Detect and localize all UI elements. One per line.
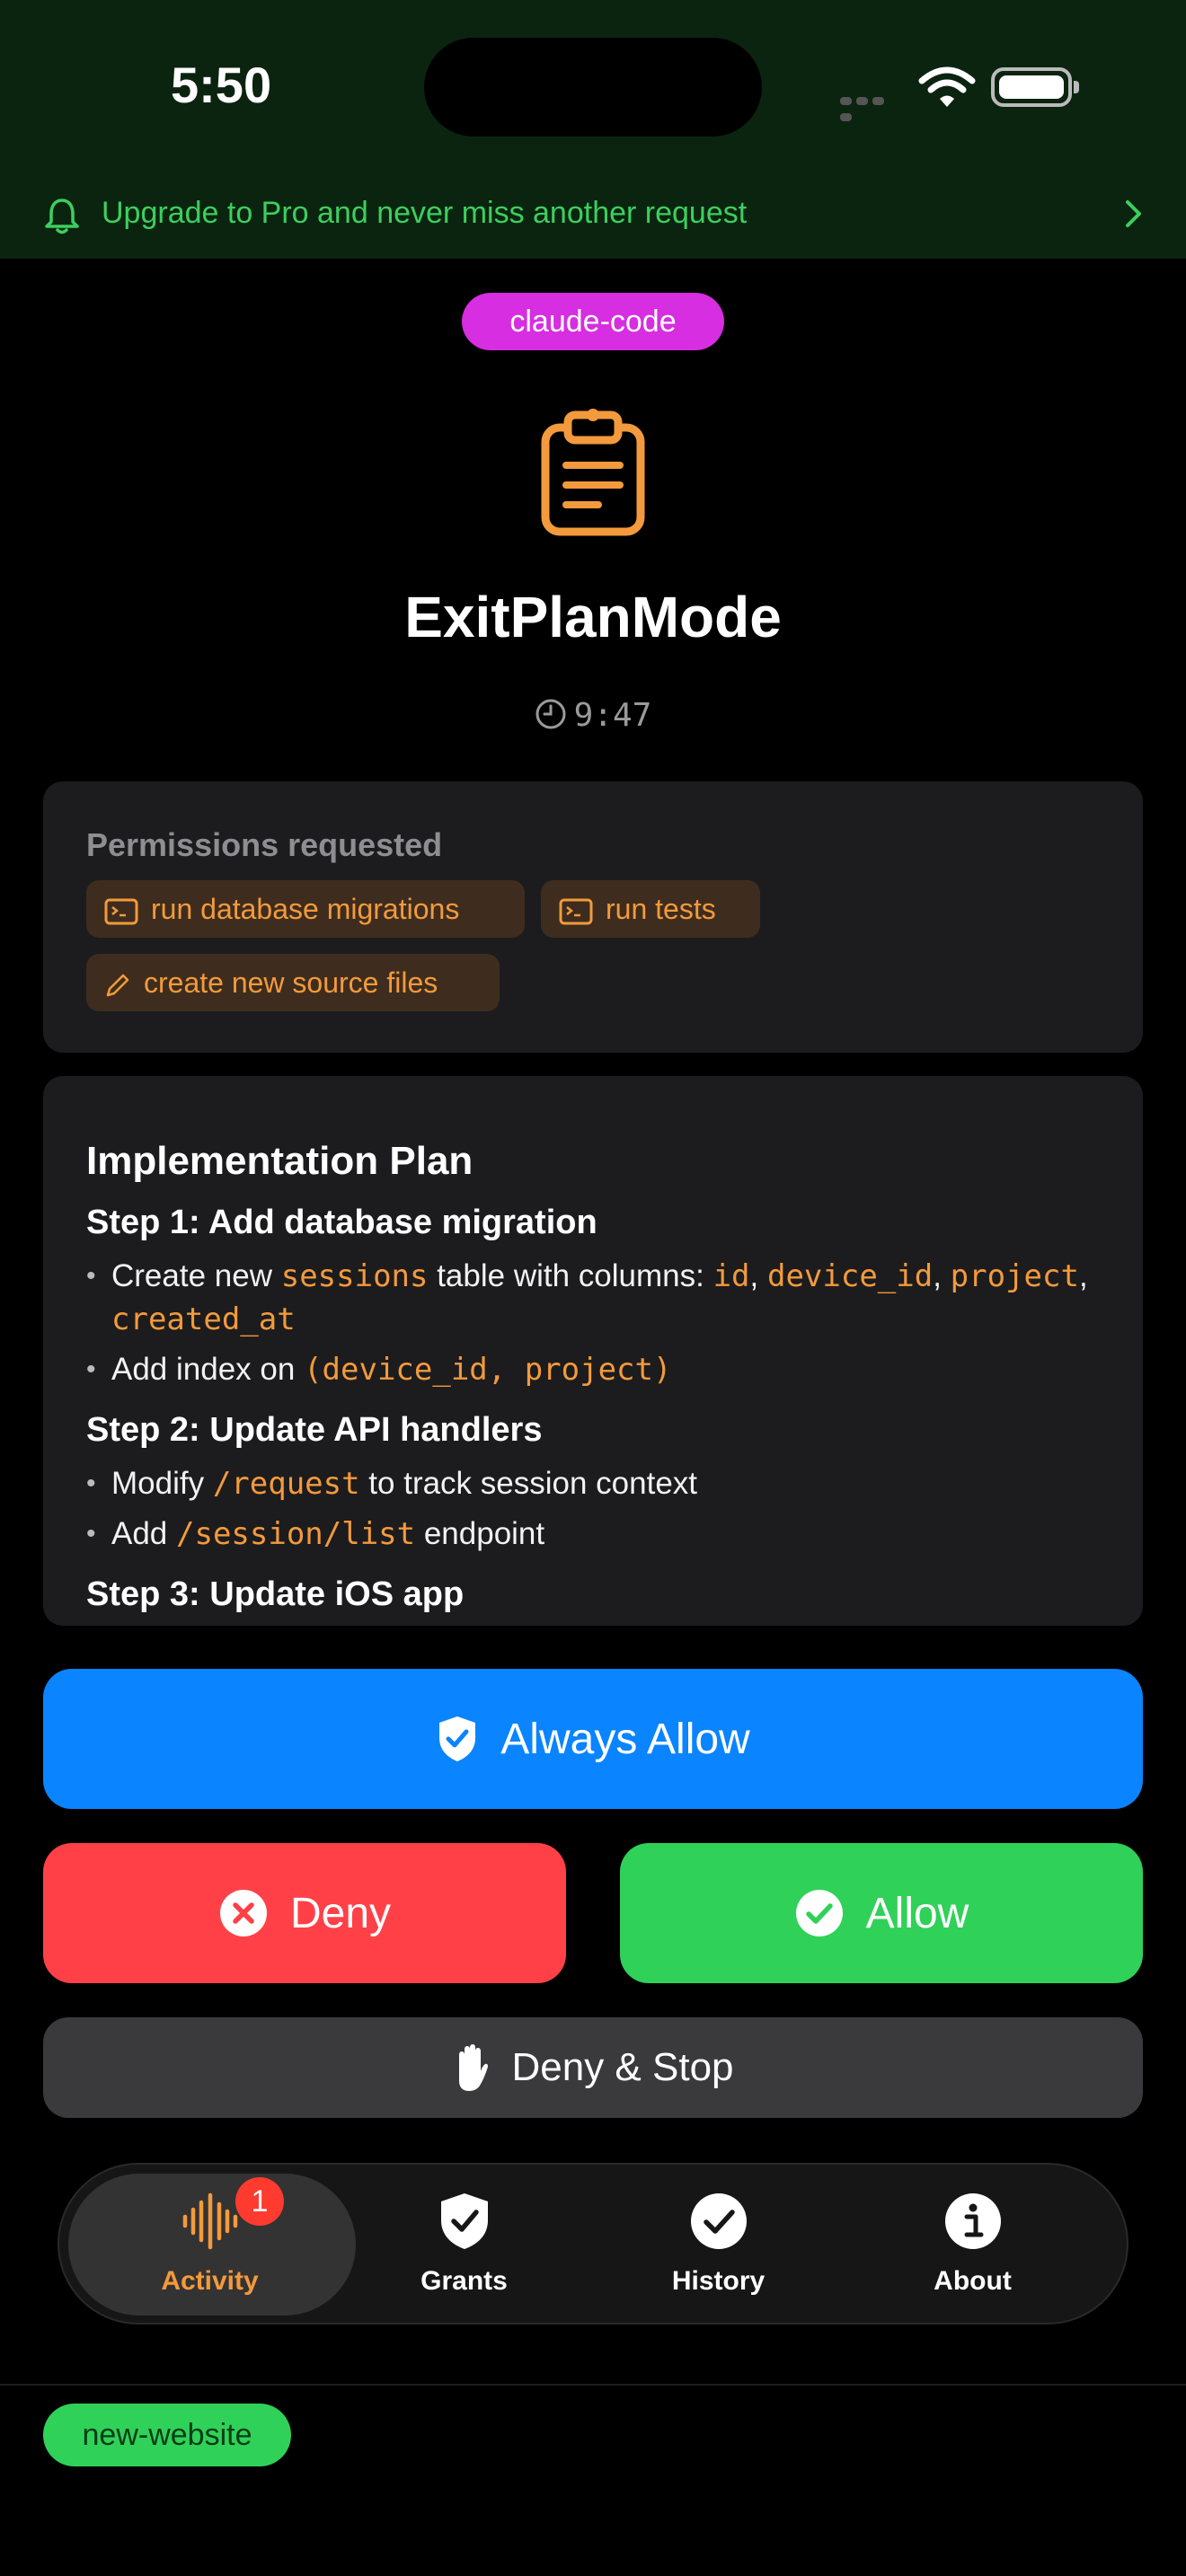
cellular-icon (840, 93, 903, 121)
deny-and-stop-button[interactable]: Deny & Stop (43, 2017, 1143, 2118)
clock-icon (535, 699, 566, 729)
plan-bullet: Modify /request to track session context (86, 1462, 1102, 1505)
dynamic-island (424, 38, 762, 137)
checkmark-circle-icon (690, 2193, 747, 2249)
plan-bullet: Add index on (device_id, project) (86, 1348, 1102, 1391)
request-timestamp: 9:47 (0, 697, 1186, 734)
terminal-icon (104, 898, 138, 925)
upgrade-banner-text[interactable]: Upgrade to Pro and never miss another re… (102, 196, 747, 231)
tab-activity[interactable]: Activity (83, 2192, 337, 2297)
bell-icon (45, 198, 79, 234)
deny-button[interactable]: Deny (43, 1843, 566, 1983)
pencil-icon (106, 974, 129, 996)
activity-badge: 1 (235, 2177, 284, 2226)
shield-check-icon (439, 1716, 476, 1761)
permission-chip: run tests (541, 880, 760, 938)
shield-check-icon (440, 2193, 488, 2249)
divider (0, 2384, 1186, 2386)
permissions-label: Permissions requested (86, 826, 443, 863)
status-time: 5:50 (171, 57, 272, 113)
project-badge: claude-code (462, 293, 724, 350)
tab-grants[interactable]: Grants (337, 2192, 591, 2297)
wifi-icon (918, 66, 976, 107)
plan-card[interactable]: Implementation Plan Step 1: Add database… (43, 1076, 1143, 1626)
checkmark-circle-icon (795, 1890, 843, 1936)
tab-label: About (934, 2266, 1012, 2296)
info-circle-icon (944, 2193, 1001, 2249)
waveform-icon (182, 2192, 237, 2250)
clipboard-icon (541, 409, 645, 536)
permission-chip: run database migrations (86, 880, 525, 938)
always-allow-button[interactable]: Always Allow (43, 1669, 1143, 1809)
allow-button[interactable]: Allow (620, 1843, 1143, 1983)
plan-step-heading: Step 1: Add database migration (86, 1204, 597, 1241)
tool-title: ExitPlanMode (404, 585, 782, 649)
hand-raised-icon (459, 2044, 489, 2091)
plan-step-heading: Step 2: Update API handlers (86, 1411, 543, 1449)
x-circle-icon (219, 1890, 267, 1936)
plan-bullet: Create new sessions table with columns: … (86, 1255, 1102, 1341)
plan-title: Implementation Plan (86, 1139, 474, 1183)
terminal-icon (559, 898, 593, 925)
tab-label: Grants (420, 2266, 508, 2296)
timestamp-text: 9:47 (573, 697, 652, 734)
permission-chip: create new source files (86, 954, 500, 1011)
battery-icon (991, 67, 1079, 107)
tab-label: History (671, 2266, 766, 2296)
tab-about[interactable]: About (845, 2192, 1100, 2297)
tab-history[interactable]: History (591, 2192, 845, 2297)
plan-bullet: Add /session/list endpoint (86, 1513, 1102, 1556)
plan-step-heading: Step 3: Update iOS app (86, 1575, 465, 1613)
tab-label: Activity (161, 2266, 259, 2296)
next-request-project-badge[interactable]: new-website (43, 2404, 291, 2466)
chevron-right-icon[interactable] (1123, 199, 1145, 228)
